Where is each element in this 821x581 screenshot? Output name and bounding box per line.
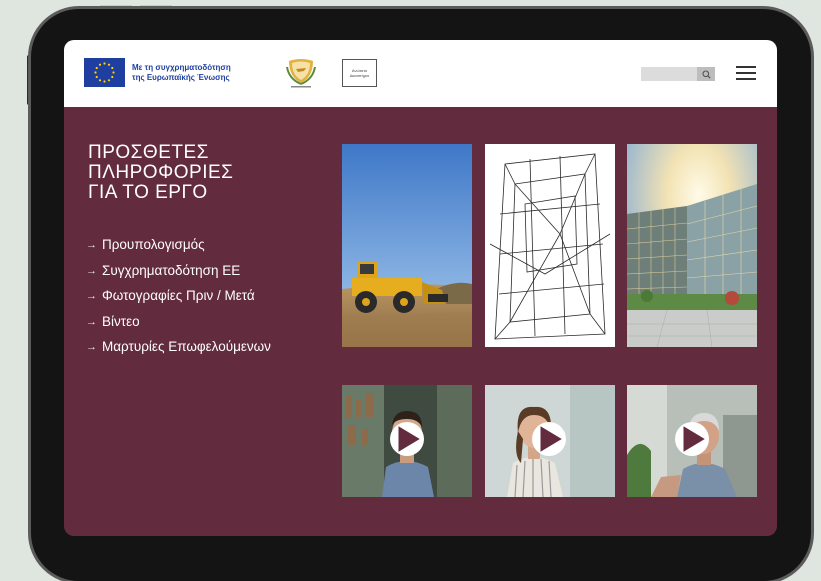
link-testimonials[interactable]: → Μαρτυρίες Επωφελούμενων <box>86 338 271 364</box>
photo-construction-site[interactable] <box>342 144 472 347</box>
photo-modern-building[interactable] <box>627 144 757 347</box>
sketch-image <box>485 144 615 347</box>
eu-cofunded-logo[interactable]: Με τη συγχρηματοδότηση της Ευρωπαϊκής Έν… <box>84 58 257 87</box>
link-video[interactable]: → Βίντεο <box>86 313 271 339</box>
ministry-logo[interactable]: Ανώτατο Δικαστήριο <box>342 59 377 87</box>
eu-star <box>94 71 97 74</box>
eu-star <box>98 79 102 82</box>
play-icon <box>398 426 420 452</box>
play-button[interactable] <box>390 422 424 456</box>
bulldozer-image <box>342 144 472 347</box>
arrow-right-icon: → <box>86 290 97 302</box>
link-budget[interactable]: → Προυπολογισμός <box>86 236 271 262</box>
search-box <box>641 67 715 81</box>
eu-flag-icon <box>84 58 125 87</box>
site-header: Με τη συγχρηματοδότηση της Ευρωπαϊκής Έν… <box>64 40 777 107</box>
search-input[interactable] <box>641 67 697 81</box>
link-label: Φωτογραφίες Πριν / Μετά <box>102 288 255 303</box>
link-label: Προυπολογισμός <box>102 237 205 252</box>
play-button[interactable] <box>532 422 566 456</box>
link-label: Συγχρηματοδότηση ΕΕ <box>102 262 241 278</box>
arrow-right-icon: → <box>86 315 97 328</box>
eu-text-line2: της Ευρωπαϊκής Ένωσης <box>132 72 230 82</box>
eu-text-line1: Με τη συγχρηματοδότηση <box>132 62 231 72</box>
page-title: ΠΡΟΣΘΕΤΕΣ ΠΛΗΡΟΦΟΡΙΕΣ ΓΙΑ ΤΟ ΕΡΓΟ <box>88 143 233 203</box>
photo-architectural-sketch[interactable] <box>485 144 615 347</box>
link-photos-before-after[interactable]: → Φωτογραφίες Πριν / Μετά <box>86 287 271 313</box>
eu-star <box>111 75 114 79</box>
play-icon <box>683 426 705 452</box>
play-icon <box>540 426 562 452</box>
info-links-list: → Προυπολογισμός → Συγχρηματοδότηση ΕΕ → Φω… <box>86 236 271 364</box>
video-testimonial-2[interactable] <box>485 385 615 497</box>
eu-star <box>103 62 106 65</box>
video-testimonial-1[interactable] <box>342 385 472 497</box>
ministry-line2: Δικαστήριο <box>349 73 370 78</box>
eu-star <box>107 63 111 66</box>
eu-star <box>95 75 98 79</box>
eu-star <box>112 71 115 74</box>
arrow-right-icon: → <box>86 264 97 277</box>
video-testimonial-3[interactable] <box>627 385 757 497</box>
eu-cofunded-text: Με τη συγχρηματοδότηση της Ευρωπαϊκής Έν… <box>132 63 257 83</box>
eu-star <box>95 66 98 70</box>
link-label: Βίντεο <box>102 313 140 329</box>
tablet-screen: Με τη συγχρηματοδότηση της Ευρωπαϊκής Έν… <box>64 40 777 536</box>
page-title-line1: ΠΡΟΣΘΕΤΕΣ <box>88 142 209 163</box>
search-icon <box>701 69 711 79</box>
link-eu-cofunding[interactable]: → Συγχρηματοδότηση ΕΕ <box>86 262 271 288</box>
arrow-right-icon: → <box>86 341 97 353</box>
eu-star <box>98 63 102 66</box>
building-image <box>627 144 757 347</box>
page-title-line2: ΠΛΗΡΟΦΟΡΙΕΣ <box>88 162 234 183</box>
hamburger-menu-button[interactable] <box>736 65 756 81</box>
eu-star <box>103 80 106 83</box>
play-button[interactable] <box>675 422 709 456</box>
link-label: Μαρτυρίες Επωφελούμενων <box>102 339 271 354</box>
eu-star <box>107 79 111 82</box>
page-title-line3: ΓΙΑ ΤΟ ΕΡΓΟ <box>88 182 208 203</box>
arrow-right-icon: → <box>86 239 97 251</box>
search-button[interactable] <box>697 67 715 81</box>
eu-star <box>111 66 114 70</box>
cyprus-emblem-icon <box>286 59 316 88</box>
